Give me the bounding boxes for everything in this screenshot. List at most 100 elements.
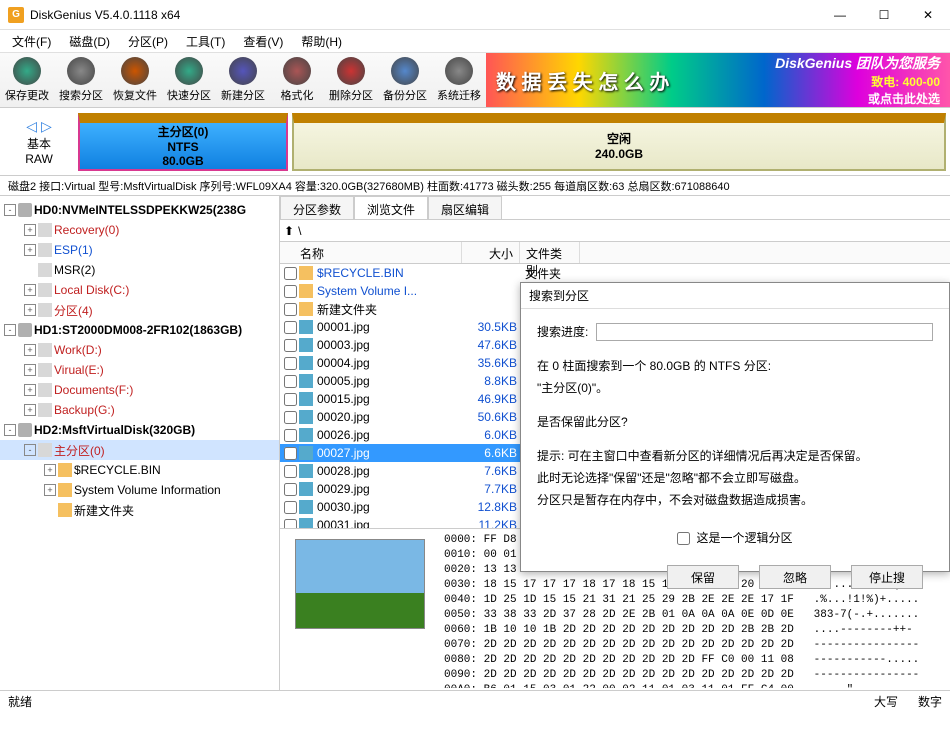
app-title: DiskGenius V5.4.0.1118 x64 (30, 8, 826, 22)
expand-icon[interactable]: + (24, 304, 36, 316)
toolbar-button[interactable]: 删除分区 (324, 53, 378, 107)
nav-arrows[interactable]: ◁ ▷ (4, 118, 74, 135)
tree-label: Backup(G:) (54, 403, 115, 417)
folder-icon (58, 503, 72, 517)
file-checkbox[interactable] (284, 267, 297, 280)
toolbar-button[interactable]: 保存更改 (0, 53, 54, 107)
expand-icon[interactable]: + (24, 364, 36, 376)
file-checkbox[interactable] (284, 375, 297, 388)
disk-info-strip: 磁盘2 接口:Virtual 型号:MsftVirtualDisk 序列号:WF… (0, 176, 950, 196)
toolbar-button[interactable]: 快速分区 (162, 53, 216, 107)
partition-main[interactable]: 主分区(0) NTFS 80.0GB (78, 113, 288, 171)
toolbar-button[interactable]: 新建分区 (216, 53, 270, 107)
tree-node[interactable]: +System Volume Information (0, 480, 279, 500)
menu-item[interactable]: 文件(F) (4, 31, 59, 52)
tree-node[interactable]: +Documents(F:) (0, 380, 279, 400)
tree-node[interactable]: -主分区(0) (0, 440, 279, 460)
file-checkbox[interactable] (284, 339, 297, 352)
tab[interactable]: 扇区编辑 (428, 196, 502, 219)
toolbar-label: 格式化 (281, 87, 314, 103)
file-name: 00028.jpg (317, 464, 467, 478)
file-size: 30.5KB (467, 320, 525, 334)
tree-node[interactable]: +分区(4) (0, 300, 279, 320)
col-size[interactable]: 大小 (462, 242, 520, 263)
tree-label: ESP(1) (54, 243, 93, 257)
menu-item[interactable]: 磁盘(D) (61, 31, 118, 52)
file-checkbox[interactable] (284, 393, 297, 406)
tree-node[interactable]: +Recovery(0) (0, 220, 279, 240)
tree-node[interactable]: +$RECYCLE.BIN (0, 460, 279, 480)
tree-node[interactable]: MSR(2) (0, 260, 279, 280)
expand-icon[interactable]: - (4, 204, 16, 216)
file-row[interactable]: $RECYCLE.BIN文件夹 (280, 264, 950, 282)
tree-panel[interactable]: -HD0:NVMeINTELSSDPEKKW25(238G+Recovery(0… (0, 196, 280, 690)
expand-icon[interactable]: - (4, 324, 16, 336)
keep-button[interactable]: 保留 (667, 565, 739, 589)
nav-basic: ◁ ▷ 基本 RAW (4, 118, 74, 166)
expand-icon[interactable]: - (24, 444, 36, 456)
part-free-size: 240.0GB (595, 147, 643, 161)
tab[interactable]: 分区参数 (280, 196, 354, 219)
expand-icon[interactable]: + (44, 484, 56, 496)
expand-icon[interactable]: + (24, 224, 36, 236)
file-checkbox[interactable] (284, 429, 297, 442)
checkbox-label: 这是一个逻辑分区 (696, 527, 792, 549)
toolbar-button[interactable]: 备份分区 (378, 53, 432, 107)
toolbar-button[interactable]: 系统迁移 (432, 53, 486, 107)
expand-icon[interactable]: + (24, 384, 36, 396)
file-checkbox[interactable] (284, 519, 297, 529)
expand-icon[interactable]: - (4, 424, 16, 436)
tree-node[interactable]: + Backup(G:) (0, 400, 279, 420)
logical-checkbox[interactable] (677, 532, 690, 545)
toolbar-button[interactable]: 格式化 (270, 53, 324, 107)
tree-node[interactable]: 新建文件夹 (0, 500, 279, 520)
file-checkbox[interactable] (284, 321, 297, 334)
toolbar-icon (337, 57, 365, 85)
toolbar-button[interactable]: 搜索分区 (54, 53, 108, 107)
maximize-button[interactable]: ☐ (870, 5, 898, 25)
col-name[interactable]: 名称 (294, 242, 462, 263)
dlg-line3: 是否保留此分区? (537, 411, 933, 433)
jpg-icon (299, 482, 313, 496)
menu-item[interactable]: 工具(T) (178, 31, 233, 52)
tree-node[interactable]: -HD0:NVMeINTELSSDPEKKW25(238G (0, 200, 279, 220)
stop-button[interactable]: 停止搜 (851, 565, 923, 589)
menu-item[interactable]: 分区(P) (120, 31, 176, 52)
col-type[interactable]: 文件类别 (520, 242, 580, 263)
tree-node[interactable]: +Work(D:) (0, 340, 279, 360)
ignore-button[interactable]: 忽略 (759, 565, 831, 589)
path-text: \ (298, 224, 301, 238)
expand-icon[interactable]: + (44, 464, 56, 476)
file-checkbox[interactable] (284, 483, 297, 496)
tree-label: Local Disk(C:) (54, 283, 129, 297)
tree-node[interactable]: + ESP(1) (0, 240, 279, 260)
ad-banner[interactable]: 数 据 丢 失 怎 么 办 DiskGenius 团队为您服务 致电: 400-… (486, 53, 950, 107)
expand-icon[interactable]: + (24, 284, 36, 296)
file-checkbox[interactable] (284, 303, 297, 316)
file-size: 11.2KB (467, 518, 525, 528)
tree-node[interactable]: -HD2:MsftVirtualDisk(320GB) (0, 420, 279, 440)
menu-item[interactable]: 帮助(H) (293, 31, 350, 52)
toolbar-button[interactable]: 恢复文件 (108, 53, 162, 107)
expand-icon[interactable]: + (24, 244, 36, 256)
file-checkbox[interactable] (284, 501, 297, 514)
tab[interactable]: 浏览文件 (354, 196, 428, 219)
expand-icon[interactable]: + (24, 404, 36, 416)
tree-node[interactable]: + Local Disk(C:) (0, 280, 279, 300)
tree-node[interactable]: -HD1:ST2000DM008-2FR102(1863GB) (0, 320, 279, 340)
expand-icon[interactable]: + (24, 344, 36, 356)
file-checkbox[interactable] (284, 285, 297, 298)
jpg-icon (299, 428, 313, 442)
file-checkbox[interactable] (284, 357, 297, 370)
file-checkbox[interactable] (284, 465, 297, 478)
file-checkbox[interactable] (284, 411, 297, 424)
file-checkbox[interactable] (284, 447, 297, 460)
partition-free[interactable]: 空闲 240.0GB (292, 113, 946, 171)
file-name: 新建文件夹 (317, 301, 467, 318)
tree-label: Virual(E:) (54, 363, 104, 377)
up-icon[interactable]: ⬆ (284, 224, 294, 238)
close-button[interactable]: ✕ (914, 5, 942, 25)
minimize-button[interactable]: — (826, 5, 854, 25)
tree-node[interactable]: + Virual(E:) (0, 360, 279, 380)
menu-item[interactable]: 查看(V) (235, 31, 291, 52)
